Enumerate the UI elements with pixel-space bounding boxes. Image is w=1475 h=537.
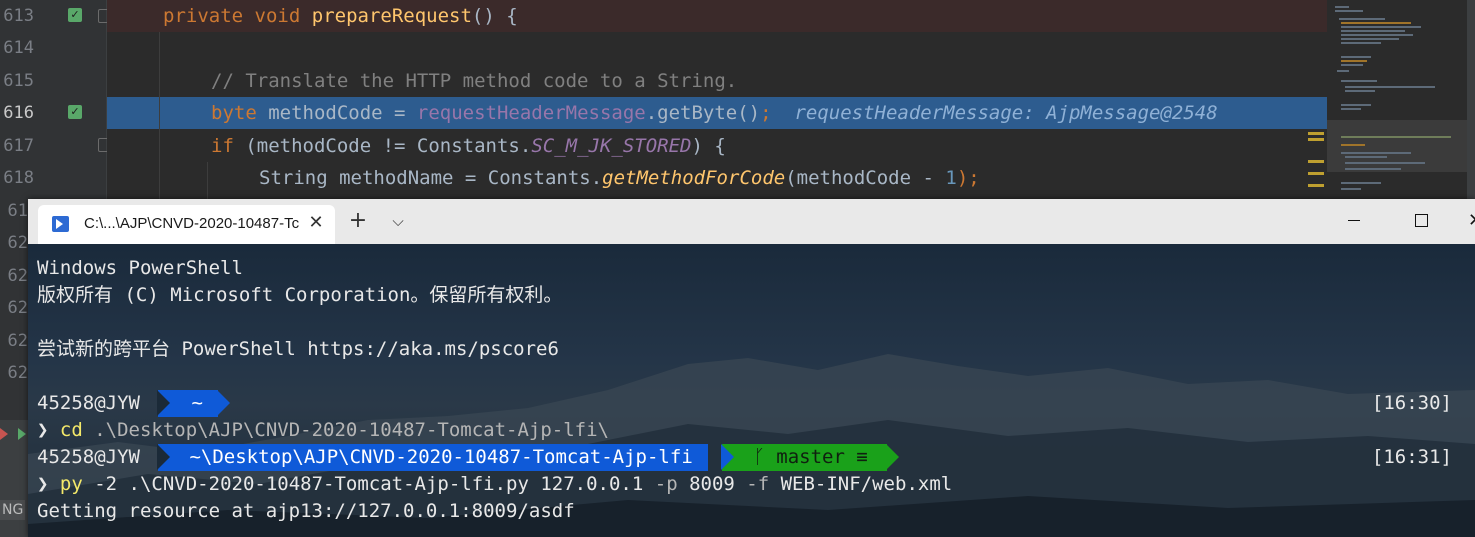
command-line-1: ❯ cd .\Desktop\AJP\CNVD-2020-10487-Tomca… (37, 417, 609, 444)
code-comment-615: // Translate the HTTP method code to a S… (211, 70, 738, 92)
command-name: py (59, 473, 83, 495)
command-port: 8009 (677, 473, 747, 495)
breakpoint-check-icon[interactable]: ✓ (68, 8, 82, 22)
code-punct: ); (956, 167, 980, 189)
line-number: 618 (3, 168, 34, 188)
command-flag: -f (746, 473, 770, 495)
line-number: 62 (7, 266, 28, 286)
powerline-separator (886, 444, 899, 470)
line-number: 614 (3, 38, 34, 58)
ps-header-line: Windows PowerShell (37, 257, 243, 279)
keyword: private (163, 5, 244, 27)
line-number: 62 (7, 363, 28, 383)
powerline-separator (157, 390, 170, 416)
debug-inlay-value: requestHeaderMessage: AjpMessage@2548 (794, 102, 1218, 124)
prompt-time: [16:31] (1371, 446, 1452, 468)
indent-guide (207, 162, 208, 200)
stripe-mark[interactable] (1308, 184, 1324, 187)
stripe-mark[interactable] (1308, 172, 1324, 175)
line-number: 617 (3, 136, 34, 156)
line-number: 616 (3, 103, 34, 123)
code-semi: ; (760, 102, 772, 124)
ide-scrollbar[interactable] (1467, 0, 1475, 200)
stripe-mark[interactable] (1308, 138, 1324, 141)
error-stripe[interactable] (1306, 0, 1326, 200)
prompt-path-segment: ~\Desktop\AJP\CNVD-2020-10487-Tomcat-Ajp… (158, 444, 709, 471)
command-args: -2 .\CNVD-2020-10487-Tomcat-Ajp-lfi.py 1… (82, 473, 655, 495)
code-punct: ) { (691, 135, 726, 157)
powershell-icon (52, 216, 69, 232)
prompt-user: 45258@JYW (37, 392, 140, 414)
line-number: 61 (7, 201, 28, 221)
line-number: 613 (3, 6, 34, 26)
keyword: if (211, 135, 234, 157)
terminal-output[interactable]: Windows PowerShell 版权所有 (C) Microsoft Co… (28, 244, 1475, 537)
command-line-2: ❯ py -2 .\CNVD-2020-10487-Tomcat-Ajp-lfi… (37, 471, 952, 498)
code-minimap[interactable] (1327, 0, 1467, 200)
code-var: methodCode = (256, 102, 417, 124)
code-call: .getByte() (645, 102, 761, 124)
number-literal: 1 (945, 167, 957, 189)
git-branch-segment: ᚴ master ≡ (722, 444, 888, 471)
new-tab-button[interactable]: + (346, 209, 370, 233)
keyword: void (254, 5, 301, 27)
command-name: cd (59, 419, 83, 441)
stripe-mark[interactable] (1308, 160, 1324, 163)
powerline-separator (721, 444, 734, 470)
code-expr: (methodCode != Constants. (233, 135, 532, 157)
code-expr: String methodName = Constants. (259, 167, 603, 189)
minimap-viewport[interactable] (1327, 120, 1467, 172)
code-punct: () { (471, 5, 518, 27)
command-flag: -p (654, 473, 678, 495)
desktop: 613 614 615 616 617 618 61 62 62 62 62 6… (0, 0, 1475, 537)
method-name: prepareRequest (311, 5, 472, 27)
indent-guide (159, 32, 160, 200)
ide-side-toolbar: NG (0, 420, 28, 537)
code-expr: (methodCode - (785, 167, 946, 189)
close-window-button[interactable]: ✕ (1468, 207, 1475, 235)
prompt-time: [16:30] (1371, 392, 1452, 414)
line-number: 615 (3, 71, 34, 91)
minimize-button[interactable] (1334, 207, 1374, 235)
ps-hint-line: 尝试新的跨平台 PowerShell https://aka.ms/pscore… (37, 338, 559, 360)
stop-icon[interactable] (0, 428, 8, 440)
prompt-caret: ❯ (37, 473, 49, 495)
terminal-window[interactable]: C:\...\AJP\CNVD-2020-10487-Tc ✕ + ⌵ ✕ Wi… (28, 199, 1475, 537)
stripe-mark[interactable] (1308, 132, 1324, 135)
maximize-button[interactable] (1401, 207, 1441, 235)
terminal-tab[interactable]: C:\...\AJP\CNVD-2020-10487-Tc ✕ (38, 205, 335, 244)
breakpoint-check-icon[interactable]: ✓ (68, 105, 82, 119)
constant-ref: SC_M_JK_STORED (531, 135, 692, 157)
output-line: Getting resource at ajp13://127.0.0.1:80… (37, 500, 575, 522)
line-number: 62 (7, 233, 28, 253)
code-text-618: String methodName = Constants.getMethodF… (259, 162, 980, 194)
static-method: getMethodForCode (602, 167, 786, 189)
command-args: .\Desktop\AJP\CNVD-2020-10487-Tomcat-Ajp… (82, 419, 609, 441)
prompt-user: 45258@JYW (37, 446, 140, 468)
tab-title: C:\...\AJP\CNVD-2020-10487-Tc (84, 215, 299, 232)
powerline-separator (217, 390, 230, 416)
close-tab-icon[interactable]: ✕ (306, 213, 326, 233)
code-text-616: byte methodCode = requestHeaderMessage.g… (211, 97, 1218, 129)
prompt-caret: ❯ (37, 419, 49, 441)
line-number: 62 (7, 298, 28, 318)
powerline-separator (157, 444, 170, 470)
status-fragment: NG (0, 500, 26, 520)
code-text-617: if (methodCode != Constants.SC_M_JK_STOR… (211, 130, 726, 162)
line-number: 62 (7, 331, 28, 351)
chevron-down-icon[interactable]: ⌵ (386, 209, 410, 233)
field-ref: requestHeaderMessage (416, 102, 646, 124)
resume-icon[interactable] (18, 428, 26, 440)
keyword: byte (211, 102, 257, 124)
code-text-613: private void prepareRequest() { (163, 0, 518, 32)
ps-copyright-line: 版权所有 (C) Microsoft Corporation。保留所有权利。 (37, 284, 563, 306)
command-file: WEB-INF/web.xml (769, 473, 953, 495)
terminal-titlebar[interactable]: C:\...\AJP\CNVD-2020-10487-Tc ✕ + ⌵ ✕ (28, 199, 1475, 244)
